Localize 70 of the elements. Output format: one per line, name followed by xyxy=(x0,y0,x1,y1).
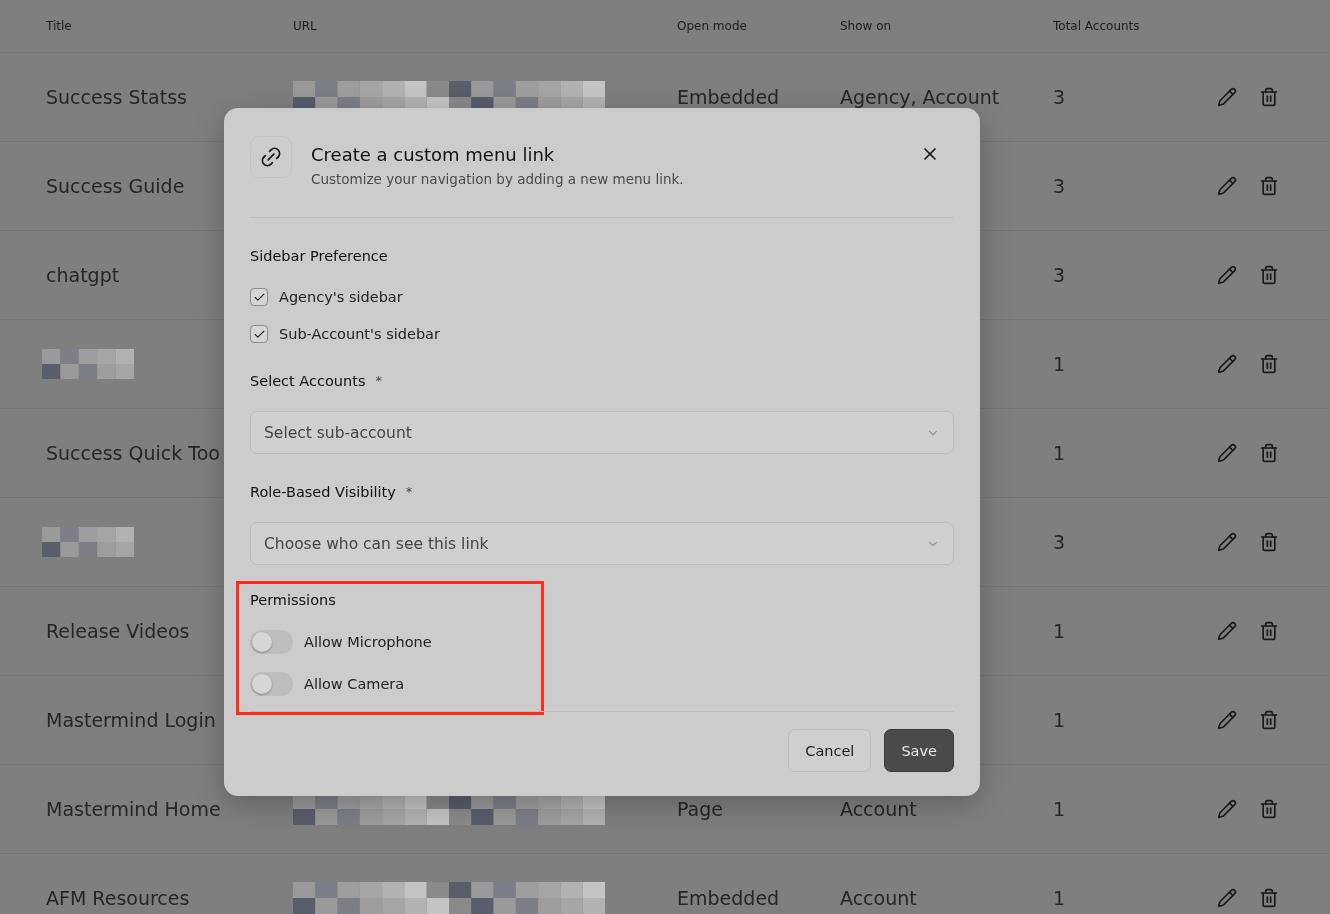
table-cell: 1 xyxy=(1053,887,1066,909)
edit-button[interactable] xyxy=(1217,888,1237,908)
table-cell-text: Embedded xyxy=(677,887,781,909)
select-field[interactable]: Choose who can see this link xyxy=(250,522,954,565)
edit-button[interactable] xyxy=(1217,532,1237,552)
link-icon xyxy=(250,136,292,178)
checkbox[interactable] xyxy=(250,325,268,343)
checkbox-label: Agency's sidebar xyxy=(279,289,403,305)
edit-button[interactable] xyxy=(1217,799,1237,819)
table-cell: chatgpt xyxy=(46,264,120,286)
delete-button[interactable] xyxy=(1259,799,1279,819)
dialog-title: Create a custom menu link xyxy=(311,144,556,165)
edit-button[interactable] xyxy=(1217,710,1237,730)
toggle-label: Allow Camera xyxy=(304,676,405,692)
required-mark: * xyxy=(375,373,382,389)
delete-button[interactable] xyxy=(1259,710,1279,730)
edit-button[interactable] xyxy=(1217,176,1237,196)
table-cell: Mastermind Login xyxy=(46,709,216,731)
table-cell: 3 xyxy=(1053,531,1066,553)
field-label: Select Accounts * xyxy=(250,373,383,389)
table-cell: 1 xyxy=(1053,620,1066,642)
table-cell: Success Statss xyxy=(46,86,187,108)
table-cell: 1 xyxy=(1053,798,1066,820)
required-mark: * xyxy=(405,484,413,500)
select-field[interactable]: Select sub-account xyxy=(250,411,954,454)
edit-button[interactable] xyxy=(1217,443,1237,463)
delete-button[interactable] xyxy=(1259,888,1279,908)
column-header: Show on xyxy=(840,19,893,33)
save-button[interactable]: Save xyxy=(884,729,954,772)
table-cell: Success Guide xyxy=(46,175,185,197)
table-cell: Agency, Account xyxy=(840,86,1000,108)
edit-button[interactable] xyxy=(1217,354,1237,374)
field-label: Role-Based Visibility * xyxy=(250,484,414,500)
table-cell-text: Embedded xyxy=(677,86,781,108)
edit-button[interactable] xyxy=(1217,87,1237,107)
table-cell: 1 xyxy=(1053,353,1066,375)
table-cell: Mastermind Home xyxy=(46,798,221,820)
table-cell: Release Videos xyxy=(46,620,190,642)
table-cell: 3 xyxy=(1053,175,1066,197)
checkbox[interactable] xyxy=(250,288,268,306)
delete-button[interactable] xyxy=(1259,265,1279,285)
table-cell: Account xyxy=(840,887,917,909)
column-header: URL xyxy=(293,19,318,33)
column-header: Open mode xyxy=(677,19,748,33)
column-header: Title xyxy=(45,19,73,33)
section-label: Permissions xyxy=(250,592,337,608)
table-cell: AFM Resources xyxy=(46,887,190,909)
delete-button[interactable] xyxy=(1259,87,1279,107)
table-cell: 3 xyxy=(1053,86,1066,108)
table-cell: 3 xyxy=(1053,264,1066,286)
delete-button[interactable] xyxy=(1259,176,1279,196)
table-cell: Success Quick Too xyxy=(46,442,220,464)
cancel-button[interactable]: Cancel xyxy=(788,729,872,772)
toggle-switch[interactable] xyxy=(250,672,293,696)
table-cell: 1 xyxy=(1053,709,1066,731)
dialog-subtitle: Customize your navigation by adding a new menu link. xyxy=(311,171,685,187)
column-header: Total Accounts xyxy=(1053,19,1141,33)
toggle-label: Allow Microphone xyxy=(304,634,432,650)
table-cell: 1 xyxy=(1053,442,1066,464)
delete-button[interactable] xyxy=(1259,443,1279,463)
edit-button[interactable] xyxy=(1217,265,1237,285)
table-cell-text: Page xyxy=(677,798,724,820)
section-label: Sidebar Preference xyxy=(250,248,389,264)
checkbox-label: Sub-Account's sidebar xyxy=(279,326,440,342)
table-cell: Account xyxy=(840,798,917,820)
delete-button[interactable] xyxy=(1259,354,1279,374)
delete-button[interactable] xyxy=(1259,621,1279,641)
delete-button[interactable] xyxy=(1259,532,1279,552)
toggle-switch[interactable] xyxy=(250,630,293,654)
edit-button[interactable] xyxy=(1217,621,1237,641)
